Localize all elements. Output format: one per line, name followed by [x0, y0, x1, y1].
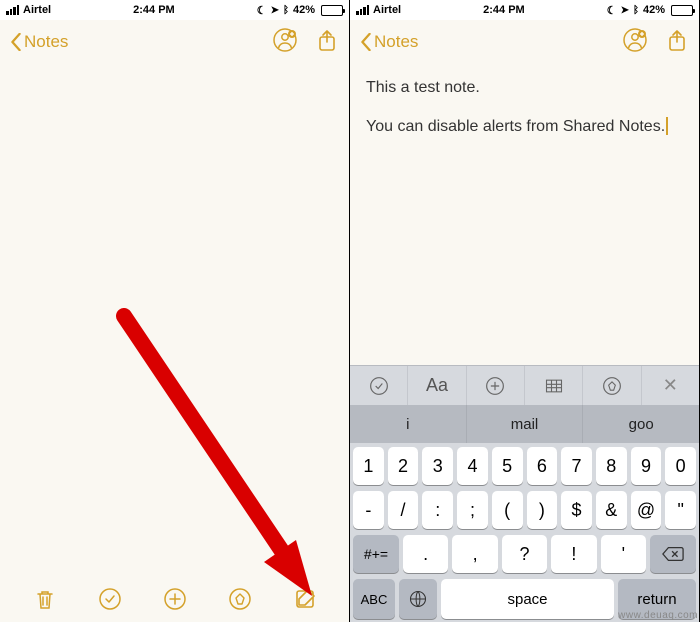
phone-right-editing-note: Airtel 2:44 PM ☾ ➤ ᛒ 42% Notes This a te…: [350, 0, 700, 622]
nav-bar: Notes: [350, 20, 699, 64]
key-amp[interactable]: &: [596, 491, 627, 529]
keyboard-row-1: 1 2 3 4 5 6 7 8 9 0: [353, 447, 696, 485]
note-line-1: This a test note.: [366, 78, 683, 99]
add-icon[interactable]: [467, 366, 525, 405]
key-lparen[interactable]: (: [492, 491, 523, 529]
keyboard-suggestions: i mail goo: [350, 405, 699, 443]
key-question[interactable]: ?: [502, 535, 547, 573]
backspace-icon: [662, 546, 684, 562]
key-exclaim[interactable]: !: [551, 535, 596, 573]
note-body-empty[interactable]: [0, 64, 349, 576]
add-person-icon[interactable]: [623, 28, 647, 57]
markup-icon[interactable]: [583, 366, 641, 405]
status-bar: Airtel 2:44 PM ☾ ➤ ᛒ 42%: [0, 0, 349, 20]
do-not-disturb-icon: ☾: [257, 4, 267, 17]
battery-pct: 42%: [293, 4, 315, 16]
close-icon[interactable]: ✕: [642, 366, 699, 405]
chevron-left-icon: [10, 33, 22, 51]
key-semicolon[interactable]: ;: [457, 491, 488, 529]
key-colon[interactable]: :: [422, 491, 453, 529]
note-line-2: You can disable alerts from Shared Notes…: [366, 117, 683, 138]
checklist-icon[interactable]: [96, 585, 124, 613]
location-icon: ➤: [621, 5, 629, 16]
back-button[interactable]: Notes: [10, 32, 68, 52]
key-2[interactable]: 2: [388, 447, 419, 485]
text-cursor: [666, 117, 668, 135]
key-5[interactable]: 5: [492, 447, 523, 485]
bottom-toolbar: [0, 576, 349, 622]
share-icon[interactable]: [315, 28, 339, 57]
add-icon[interactable]: [161, 585, 189, 613]
trash-icon[interactable]: [31, 585, 59, 613]
share-icon[interactable]: [665, 28, 689, 57]
back-label: Notes: [374, 32, 418, 52]
carrier-label: Airtel: [23, 4, 51, 16]
battery-pct: 42%: [643, 4, 665, 16]
location-icon: ➤: [271, 5, 279, 16]
key-period[interactable]: .: [403, 535, 448, 573]
battery-icon: [321, 5, 343, 16]
do-not-disturb-icon: ☾: [607, 4, 617, 17]
key-dash[interactable]: -: [353, 491, 384, 529]
add-person-icon[interactable]: [273, 28, 297, 57]
keyboard-row-2: - / : ; ( ) $ & @ ": [353, 491, 696, 529]
key-4[interactable]: 4: [457, 447, 488, 485]
bluetooth-icon: ᛒ: [633, 5, 639, 16]
key-8[interactable]: 8: [596, 447, 627, 485]
back-button[interactable]: Notes: [360, 32, 418, 52]
keyboard-row-3: #+= . , ? ! ': [353, 535, 696, 573]
chevron-left-icon: [360, 33, 372, 51]
nav-bar: Notes: [0, 20, 349, 64]
key-0[interactable]: 0: [665, 447, 696, 485]
key-comma[interactable]: ,: [452, 535, 497, 573]
note-body[interactable]: This a test note. You can disable alerts…: [350, 64, 699, 365]
phone-left-empty-note: Airtel 2:44 PM ☾ ➤ ᛒ 42% Notes: [0, 0, 350, 622]
key-backspace[interactable]: [650, 535, 696, 573]
watermark: www.deuaq.com: [618, 610, 698, 621]
key-at[interactable]: @: [631, 491, 662, 529]
key-globe[interactable]: [399, 579, 437, 619]
signal-icon: [356, 5, 369, 15]
clock-label: 2:44 PM: [483, 4, 525, 16]
keyboard: 1 2 3 4 5 6 7 8 9 0 - / : ; ( ) $ & @ " …: [350, 443, 699, 622]
key-abc[interactable]: ABC: [353, 579, 395, 619]
key-space[interactable]: space: [441, 579, 614, 619]
status-bar: Airtel 2:44 PM ☾ ➤ ᛒ 42%: [350, 0, 699, 20]
key-quote[interactable]: ": [665, 491, 696, 529]
checklist-icon[interactable]: [350, 366, 408, 405]
suggestion-3[interactable]: goo: [583, 405, 699, 443]
key-slash[interactable]: /: [388, 491, 419, 529]
table-icon[interactable]: [525, 366, 583, 405]
format-button[interactable]: Aa: [408, 366, 466, 405]
battery-icon: [671, 5, 693, 16]
back-label: Notes: [24, 32, 68, 52]
key-apostrophe[interactable]: ': [601, 535, 646, 573]
carrier-label: Airtel: [373, 4, 401, 16]
globe-icon: [408, 589, 428, 609]
key-symbols[interactable]: #+=: [353, 535, 399, 573]
signal-icon: [6, 5, 19, 15]
key-9[interactable]: 9: [631, 447, 662, 485]
keyboard-accessory-bar: Aa ✕: [350, 365, 699, 405]
clock-label: 2:44 PM: [133, 4, 175, 16]
bluetooth-icon: ᛒ: [283, 5, 289, 16]
key-dollar[interactable]: $: [561, 491, 592, 529]
key-7[interactable]: 7: [561, 447, 592, 485]
compose-icon[interactable]: [291, 585, 319, 613]
suggestion-1[interactable]: i: [350, 405, 467, 443]
markup-icon[interactable]: [226, 585, 254, 613]
key-rparen[interactable]: ): [527, 491, 558, 529]
key-1[interactable]: 1: [353, 447, 384, 485]
key-3[interactable]: 3: [422, 447, 453, 485]
key-6[interactable]: 6: [527, 447, 558, 485]
suggestion-2[interactable]: mail: [467, 405, 584, 443]
